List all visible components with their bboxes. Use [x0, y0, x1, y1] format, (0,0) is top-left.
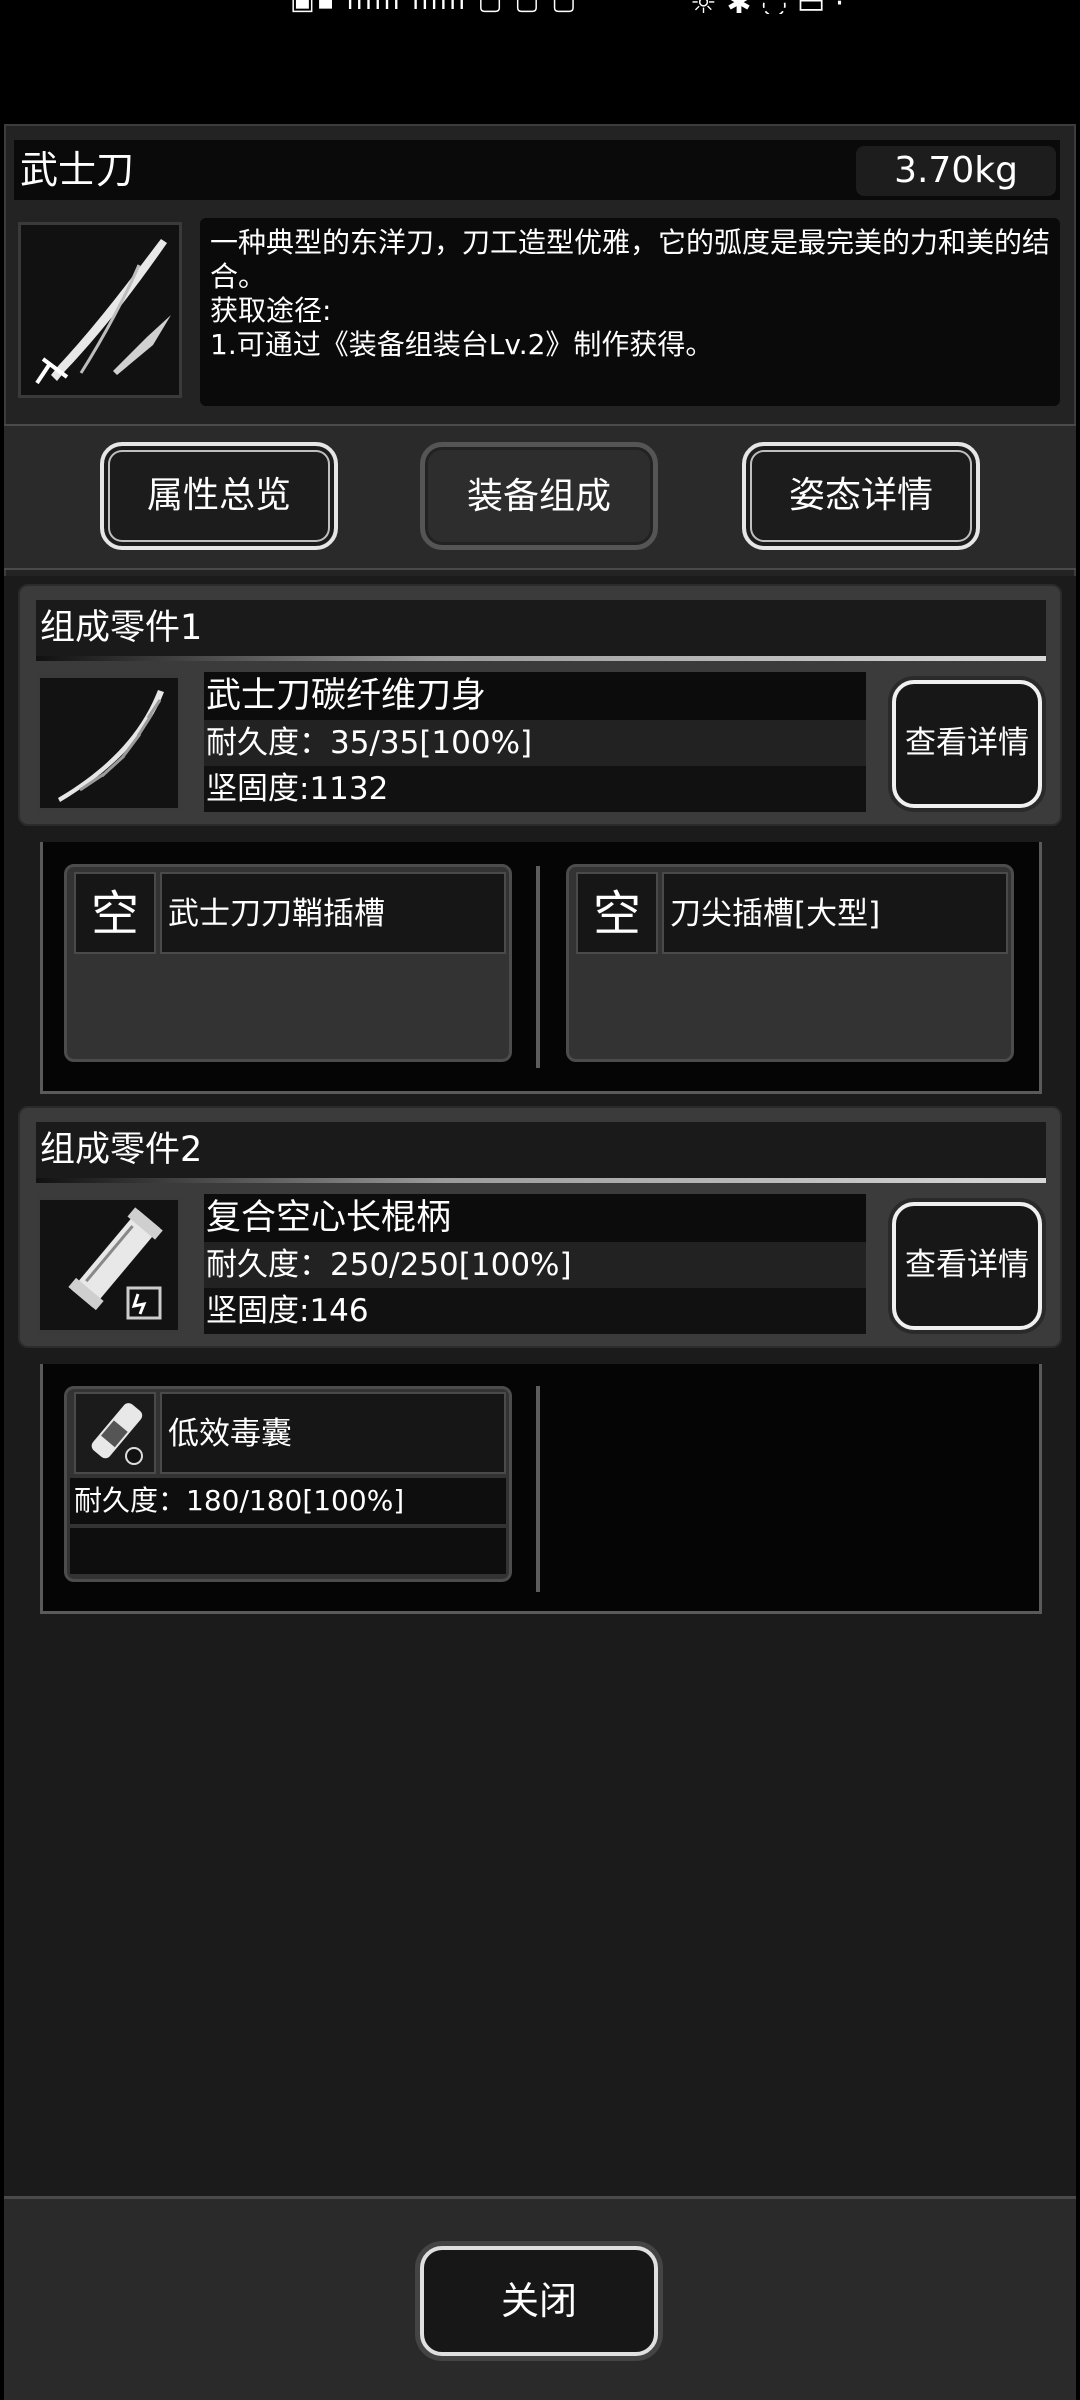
item-description: 一种典型的东洋刀，刀工造型优雅，它的弧度是最完美的力和美的结合。 获取途径: 1… [200, 218, 1060, 406]
part-hardness: 坚固度:1132 [204, 766, 866, 812]
part-durability: 耐久度：250/250[100%] [204, 1242, 866, 1288]
slot-label: 刀尖插槽[大型] [662, 872, 1008, 954]
tab-attribute-overview[interactable]: 属性总览 [100, 442, 338, 550]
part-name: 复合空心长棍柄 [204, 1194, 866, 1242]
tab-stance-details[interactable]: 姿态详情 [742, 442, 980, 550]
view-details-button[interactable]: 查看详情 [892, 1202, 1042, 1330]
empty-slot-indicator: 空 [576, 872, 658, 954]
view-details-button[interactable]: 查看详情 [892, 680, 1042, 808]
status-icons-left: ▣▪ ıllıll ıllıll ▢ ▢ ▢ [290, 0, 578, 14]
hollow-handle-icon [36, 1196, 182, 1334]
part-header-divider [36, 656, 1046, 661]
status-icons-right: ☼ ✱ ◌ ▭ · [690, 0, 844, 14]
part-header: 组成零件1 [36, 600, 1046, 656]
slot-label: 武士刀刀鞘插槽 [160, 872, 506, 954]
empty-slot-indicator: 空 [74, 872, 156, 954]
poison-sac-icon [74, 1392, 156, 1474]
close-button[interactable]: 关闭 [420, 2246, 658, 2356]
part-durability: 耐久度：35/35[100%] [204, 720, 866, 766]
part-header-divider [36, 1178, 1046, 1183]
part-name: 武士刀碳纤维刀身 [204, 672, 866, 720]
status-bar: ▣▪ ıllıll ıllıll ▢ ▢ ▢ ☼ ✱ ◌ ▭ · [0, 0, 1080, 14]
slot-label: 低效毒囊 [160, 1392, 506, 1474]
slot-empty-row [70, 1528, 506, 1574]
slot-divider [536, 1386, 540, 1592]
item-weight: 3.70kg [856, 146, 1056, 196]
tab-equipment-composition[interactable]: 装备组成 [420, 442, 658, 550]
part-hardness: 坚固度:146 [204, 1288, 866, 1334]
slot-divider [536, 866, 540, 1068]
part-header: 组成零件2 [36, 1122, 1046, 1178]
katana-blade-icon [36, 674, 182, 812]
item-title: 武士刀 [20, 148, 135, 192]
katana-icon [18, 222, 182, 398]
slot-durability: 耐久度：180/180[100%] [70, 1478, 506, 1524]
